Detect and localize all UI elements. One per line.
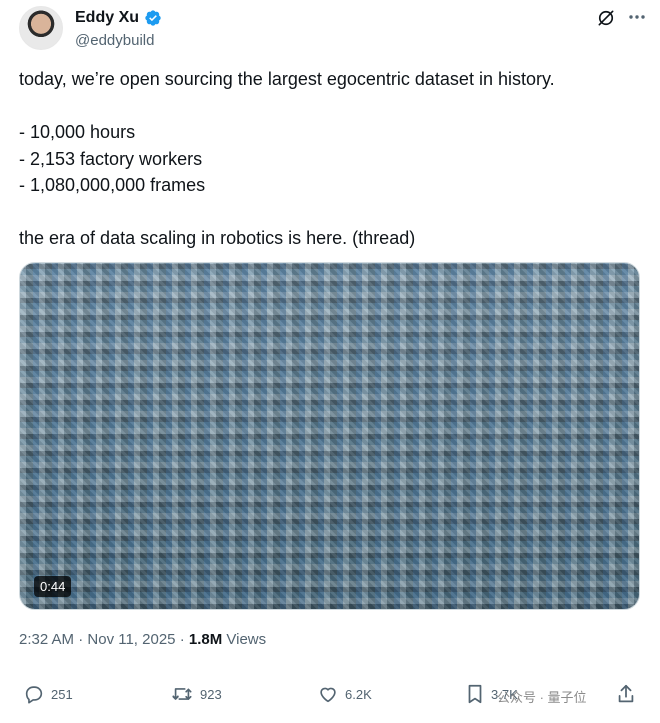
tweet-time[interactable]: 2:32 AM [19,631,74,648]
bookmark-icon [465,683,485,705]
retweet-button[interactable]: 923 [170,683,222,705]
retweet-icon [170,683,194,705]
verified-icon [144,9,162,27]
tweet-line: - 1,080,000,000 frames [19,175,206,195]
author-name-row: Eddy Xu [75,9,162,27]
reply-button[interactable]: 251 [23,683,73,705]
retweet-count: 923 [200,686,222,702]
video-thumbnail[interactable]: 0:44 [19,262,640,610]
watermark: 公众号 · 量子位 [497,690,587,705]
views-label: Views [226,631,267,648]
like-icon [317,683,339,705]
share-button[interactable] [616,683,636,705]
views-count: 1.8M [188,631,223,648]
avatar[interactable] [19,6,63,50]
more-icon[interactable] [628,10,646,29]
like-count: 6.2K [345,686,372,702]
reply-count: 251 [51,686,73,702]
share-icon [616,683,636,705]
tweet-spacer [19,199,639,226]
reply-icon [23,683,45,705]
author-name[interactable]: Eddy Xu [75,9,139,27]
tweet-line: - 2,153 factory workers [19,148,203,169]
grok-icon[interactable] [596,8,616,33]
tweet-spacer [19,93,639,120]
tweet-text: today, we’re open sourcing the largest e… [19,66,639,252]
author-handle[interactable]: @eddybuild [75,32,154,49]
tweet-line: today, we’re open sourcing the largest e… [19,69,555,89]
like-button[interactable]: 6.2K [317,683,372,705]
tweet-date[interactable]: Nov 11, 2025 [87,631,175,648]
meta-separator: · [179,631,185,648]
tweet-meta: 2:32 AM · Nov 11, 2025 · 1.8M Views [19,631,266,648]
video-duration: 0:44 [34,576,72,597]
tweet-line: the era of data scaling in robotics is h… [19,228,416,248]
meta-separator: · [78,631,84,648]
tweet-line: - 10,000 hours [19,122,136,142]
tweet-header: Eddy Xu @eddybuild [19,6,646,50]
